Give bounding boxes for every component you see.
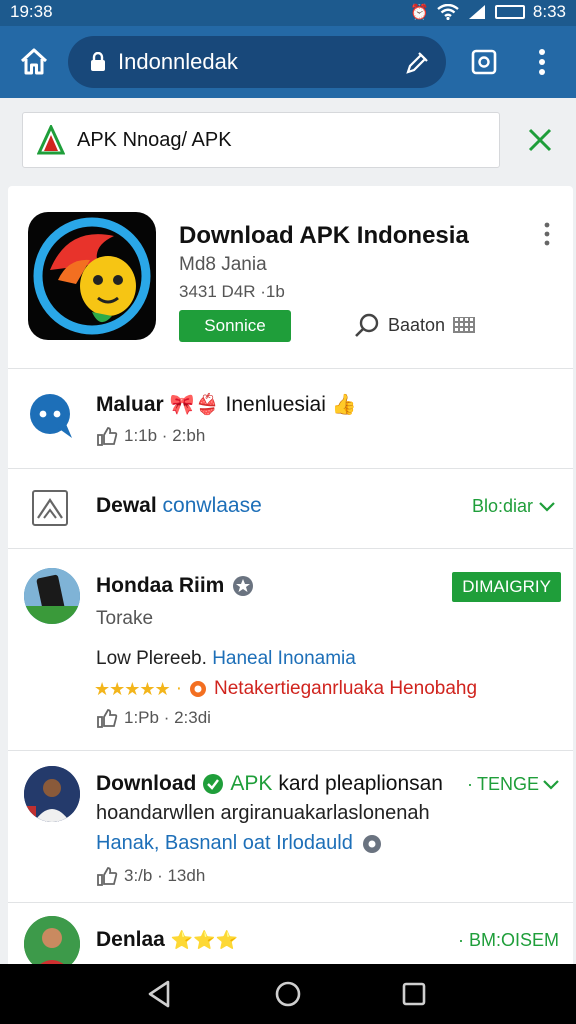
- star-rating: ★★★★★: [94, 678, 171, 699]
- app-search-link[interactable]: Baaton: [354, 312, 476, 338]
- comment-section[interactable]: Maluar 🎀👙 Inenluesiai 👍 1:1b · 2:bh: [8, 368, 573, 468]
- review-badge[interactable]: · BM:OISEM: [458, 930, 559, 951]
- app-icon[interactable]: [28, 212, 156, 340]
- home-button[interactable]: [12, 40, 56, 84]
- avatar[interactable]: [24, 568, 80, 624]
- tabs-button[interactable]: [462, 40, 506, 84]
- close-search-button[interactable]: [522, 122, 558, 158]
- verified-icon: [233, 576, 254, 596]
- apk-logo-icon: [37, 125, 65, 155]
- review-item[interactable]: Download APK kard pleaplionsan · TENGE h…: [8, 750, 573, 900]
- back-icon[interactable]: [144, 978, 176, 1010]
- thumbs-up-icon[interactable]: [96, 426, 118, 446]
- avatar[interactable]: [24, 766, 80, 822]
- chat-icon: [30, 394, 72, 438]
- app-header: Download APK Indonesia Md8 Jania 3431 D4…: [8, 186, 573, 368]
- signal-icon: [468, 5, 485, 19]
- lock-icon: [91, 52, 105, 71]
- review-link-line[interactable]: Hanak, Basnanl oat Irlodauld: [96, 832, 383, 855]
- browser-toolbar: Indonnledak: [0, 26, 576, 98]
- search-input[interactable]: APK Nnoag/ APK: [22, 112, 500, 168]
- check-circle-icon: [203, 774, 224, 794]
- thumbs-up-icon[interactable]: [96, 708, 118, 728]
- system-nav-bar: [0, 964, 576, 1024]
- review-link[interactable]: Haneal Inonamia: [212, 648, 356, 669]
- status-time-right: 8:33: [532, 2, 566, 21]
- kebab-menu-icon: [539, 49, 545, 75]
- section2-dropdown[interactable]: Blo:diar: [472, 496, 555, 517]
- review-title: Download APK kard pleaplionsan: [96, 772, 443, 795]
- battery-icon: [494, 5, 525, 19]
- wifi-icon: [437, 4, 459, 20]
- status-icons: ⏰ 8:33: [410, 2, 566, 22]
- search-text: APK Nnoag/ APK: [77, 128, 232, 151]
- chevron-down-icon: [539, 501, 555, 512]
- review-title: Denlaa ⭐⭐⭐: [96, 928, 239, 951]
- results-card: Download APK Indonesia Md8 Jania 3431 D4…: [8, 186, 573, 986]
- url-text: Indonnledak: [118, 49, 238, 74]
- settings-icon: [362, 834, 381, 853]
- section1-meta: 1:1b · 2:bh: [96, 426, 205, 446]
- section2-link[interactable]: conwlaase: [163, 494, 262, 517]
- address-bar[interactable]: Indonnledak: [68, 36, 446, 88]
- status-bar: 19:38 ⏰ 8:33: [0, 0, 576, 26]
- app-meta: 3431 D4R ·1b: [179, 282, 285, 301]
- review-dropdown[interactable]: · TENGE: [467, 774, 559, 795]
- section1-title: Maluar 🎀👙 Inenluesiai 👍: [96, 392, 357, 417]
- category-tag[interactable]: DIMAIGRIY: [452, 572, 561, 602]
- home-nav-icon[interactable]: [272, 978, 304, 1010]
- thumbs-up-icon[interactable]: [96, 866, 118, 886]
- section2-title: Dewal conwlaase: [96, 494, 262, 517]
- image-icon: [32, 490, 68, 526]
- review-title: Hondaa Riim: [96, 574, 254, 598]
- review-item[interactable]: Hondaa Riim DIMAIGRIY Torake Low Plereeb…: [8, 548, 573, 748]
- review-rating-line: ★★★★★ · Netakertieganrluaka Henobahg: [94, 678, 478, 699]
- install-button[interactable]: Sonnice: [179, 310, 291, 342]
- recents-icon[interactable]: [398, 978, 430, 1010]
- menu-button[interactable]: [520, 40, 564, 84]
- close-icon: [528, 128, 552, 152]
- review-meta: 3:/b · 13dh: [96, 866, 205, 886]
- app-mascot-icon: [33, 217, 151, 335]
- chevron-down-icon: [543, 779, 559, 790]
- download-section[interactable]: Dewal conwlaase Blo:diar: [8, 470, 573, 546]
- app-title: Download APK Indonesia: [179, 222, 469, 249]
- tabs-icon: [471, 49, 497, 75]
- review-meta: 1:Pb · 2:3di: [96, 708, 211, 728]
- alarm-icon: ⏰: [410, 4, 429, 21]
- status-time: 19:38: [10, 2, 53, 21]
- home-icon: [20, 48, 48, 75]
- edit-url-icon[interactable]: [404, 50, 430, 76]
- review-line1: Low Plereeb. Haneal Inonamia: [96, 648, 356, 669]
- divider: [8, 468, 573, 469]
- review-subtitle: Torake: [96, 608, 154, 629]
- search-strip: APK Nnoag/ APK: [0, 98, 576, 184]
- gear-icon: [190, 681, 207, 697]
- app-options-icon[interactable]: [539, 222, 555, 246]
- search-icon: [355, 313, 379, 337]
- review-body: hoandarwllen argiranuakarlaslonenah: [96, 802, 430, 824]
- app-developer[interactable]: Md8 Jania: [179, 254, 267, 276]
- grid-icon: [453, 317, 476, 333]
- app-search-label: Baaton: [388, 314, 446, 335]
